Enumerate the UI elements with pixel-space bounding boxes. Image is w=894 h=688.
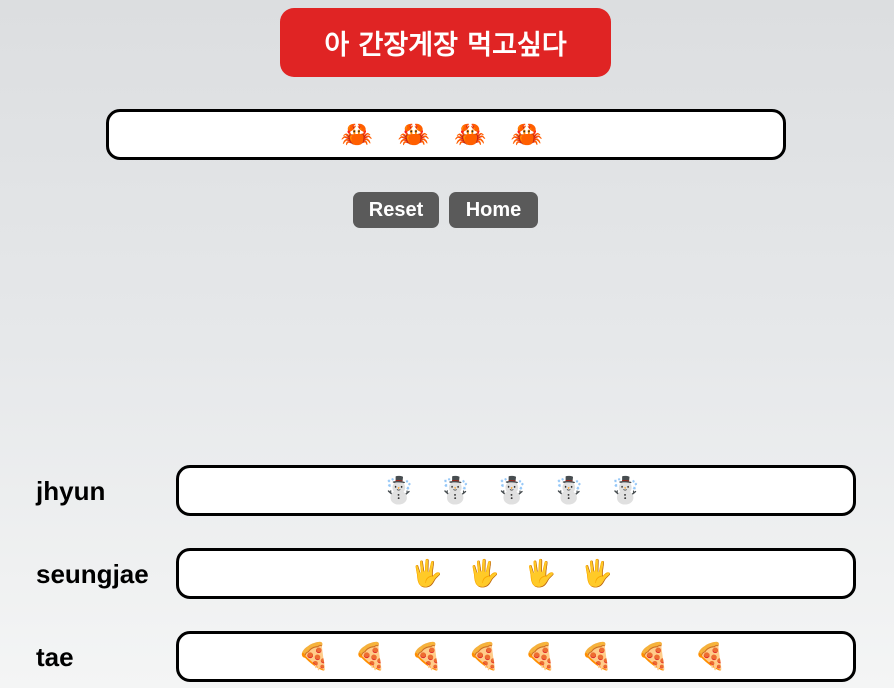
reset-button[interactable]: Reset xyxy=(353,192,439,228)
player-emoji-display: 🍕 🍕 🍕 🍕 🍕 🍕 🍕 🍕 xyxy=(176,631,856,682)
player-name: jhyun xyxy=(36,476,106,506)
main-emoji-display: 🦀 🦀 🦀 🦀 xyxy=(106,109,786,160)
player-name: seungjae xyxy=(36,559,149,589)
home-button[interactable]: Home xyxy=(449,192,538,228)
page-title: 아 간장게장 먹고싶다 xyxy=(280,8,611,77)
player-emoji-display: ☃️ ☃️ ☃️ ☃️ ☃️ xyxy=(176,465,856,516)
player-name: tae xyxy=(36,642,74,672)
player-emoji-display: 🖐 🖐 🖐 🖐 xyxy=(176,548,856,599)
